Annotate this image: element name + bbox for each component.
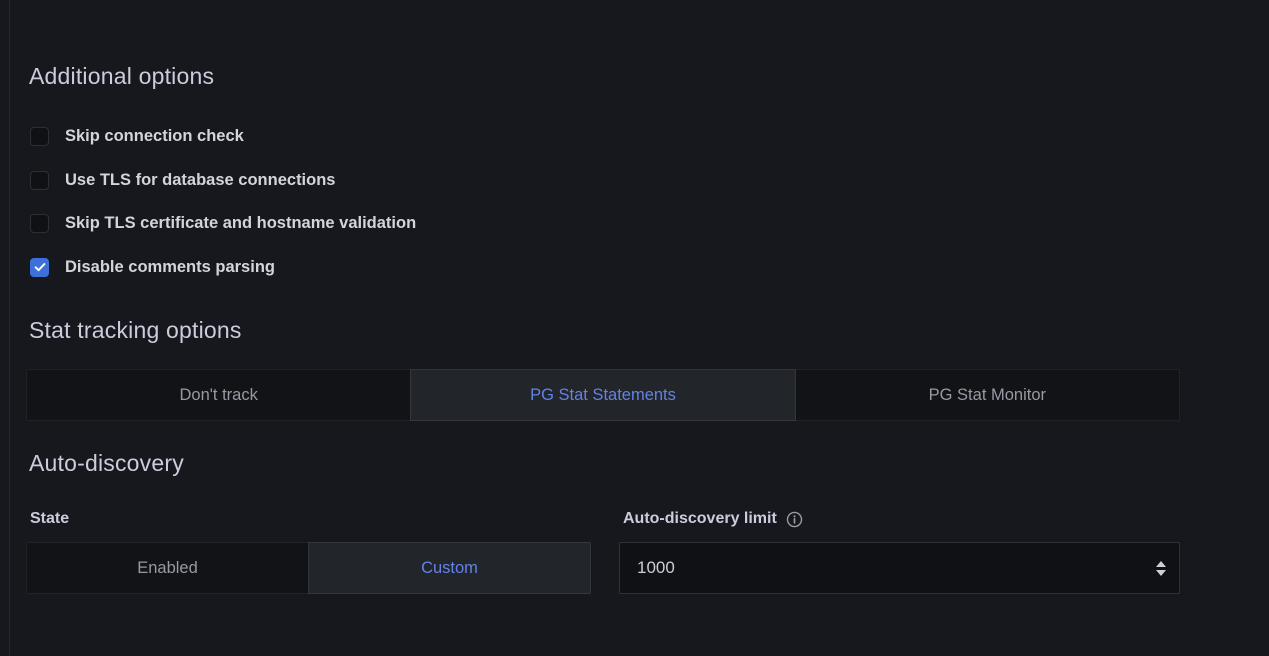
radio-option-custom[interactable]: Custom [308, 542, 591, 594]
checkbox-label: Skip connection check [65, 127, 244, 146]
auto-discovery-fields: State Enabled Custom Auto-discovery limi… [26, 509, 1269, 594]
auto-discovery-limit-label: Auto-discovery limit [623, 509, 1180, 529]
state-radio-group: Enabled Custom [26, 542, 591, 594]
number-spinner [1156, 543, 1166, 593]
field-label-text: Auto-discovery limit [623, 509, 777, 529]
stat-tracking-radio-group: Don't track PG Stat Statements PG Stat M… [26, 369, 1180, 421]
checkbox-row-use-tls[interactable]: Use TLS for database connections [26, 159, 1269, 203]
radio-option-pg-stat-monitor[interactable]: PG Stat Monitor [795, 369, 1180, 421]
field-label-text: State [30, 509, 69, 529]
checkbox-unchecked-icon[interactable] [30, 214, 49, 233]
checkbox-label: Disable comments parsing [65, 258, 275, 277]
spinner-down-icon[interactable] [1156, 570, 1166, 576]
info-circle-icon[interactable] [786, 511, 803, 528]
section-title-auto-discovery: Auto-discovery [29, 449, 1269, 477]
state-field: State Enabled Custom [26, 509, 591, 594]
auto-discovery-limit-field: Auto-discovery limit [619, 509, 1180, 594]
checkbox-unchecked-icon[interactable] [30, 171, 49, 190]
auto-discovery-limit-input[interactable] [620, 543, 1179, 593]
settings-form: Additional options Skip connection check… [0, 0, 1269, 594]
section-title-stat-tracking: Stat tracking options [29, 316, 1269, 344]
radio-option-enabled[interactable]: Enabled [26, 542, 309, 594]
checkbox-label: Skip TLS certificate and hostname valida… [65, 214, 416, 233]
spinner-up-icon[interactable] [1156, 561, 1166, 567]
additional-options-list: Skip connection check Use TLS for databa… [26, 115, 1269, 289]
checkbox-row-disable-comments-parsing[interactable]: Disable comments parsing [26, 246, 1269, 290]
section-title-additional-options: Additional options [29, 62, 1269, 90]
checkbox-row-skip-tls-validation[interactable]: Skip TLS certificate and hostname valida… [26, 202, 1269, 246]
checkbox-label: Use TLS for database connections [65, 171, 335, 190]
checkbox-row-skip-connection-check[interactable]: Skip connection check [26, 115, 1269, 159]
checkbox-checked-icon[interactable] [30, 258, 49, 277]
radio-option-pg-stat-statements[interactable]: PG Stat Statements [410, 369, 795, 421]
state-field-label: State [30, 509, 591, 529]
checkmark-icon [33, 260, 47, 274]
checkbox-unchecked-icon[interactable] [30, 127, 49, 146]
radio-option-dont-track[interactable]: Don't track [26, 369, 411, 421]
auto-discovery-limit-input-wrapper [619, 542, 1180, 594]
panel-edge-divider [9, 0, 10, 656]
